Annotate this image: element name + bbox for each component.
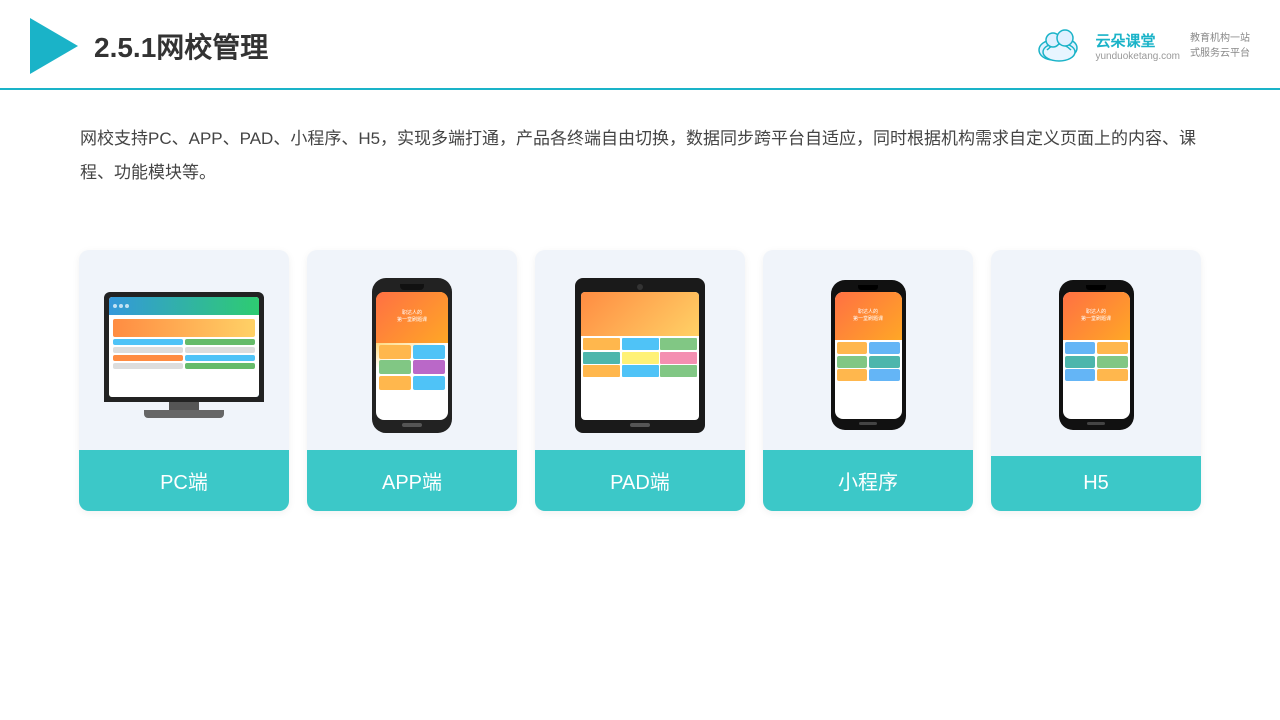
cards-container: PC端 职达人的第一堂刷题课 [0, 220, 1280, 511]
card-h5-label: H5 [991, 456, 1201, 511]
header: 2.5.1网校管理 云朵课堂 yunduoketang.com 教育机构一站 式… [0, 0, 1280, 90]
card-pc-image [79, 250, 289, 450]
card-miniapp-label: 小程序 [763, 450, 973, 511]
logo-icon [30, 18, 78, 74]
brand-name: 云朵课堂 [1095, 30, 1180, 51]
h5-phone-mockup: 职达人的第一堂刷题课 [1059, 280, 1134, 430]
brand-tagline: 教育机构一站 式服务云平台 [1190, 31, 1250, 61]
header-left: 2.5.1网校管理 [30, 18, 268, 74]
card-miniapp: 职达人的第一堂刷题课 小程序 [763, 250, 973, 511]
tablet-mockup [575, 278, 705, 433]
card-pad-image [535, 250, 745, 450]
description-text: 网校支持PC、APP、PAD、小程序、H5，实现多端打通，产品各终端自由切换，数… [0, 90, 1280, 210]
brand-cloud-icon [1033, 28, 1085, 64]
app-phone-mockup: 职达人的第一堂刷题课 [372, 278, 452, 433]
brand-domain: yunduoketang.com [1095, 51, 1180, 62]
card-app: 职达人的第一堂刷题课 APP端 [307, 250, 517, 511]
page-title: 2.5.1网校管理 [94, 26, 268, 66]
brand-info: 云朵课堂 yunduoketang.com [1095, 30, 1180, 62]
card-pc: PC端 [79, 250, 289, 511]
card-pad: PAD端 [535, 250, 745, 511]
card-h5-image: 职达人的第一堂刷题课 [991, 250, 1201, 450]
card-app-image: 职达人的第一堂刷题课 [307, 250, 517, 450]
card-app-label: APP端 [307, 450, 517, 511]
header-right: 云朵课堂 yunduoketang.com 教育机构一站 式服务云平台 [1033, 28, 1250, 64]
pc-mockup [104, 292, 264, 418]
card-h5: 职达人的第一堂刷题课 H5 [991, 250, 1201, 511]
card-pad-label: PAD端 [535, 450, 745, 511]
card-pc-label: PC端 [79, 450, 289, 511]
miniapp-phone-mockup: 职达人的第一堂刷题课 [831, 280, 906, 430]
card-miniapp-image: 职达人的第一堂刷题课 [763, 250, 973, 450]
